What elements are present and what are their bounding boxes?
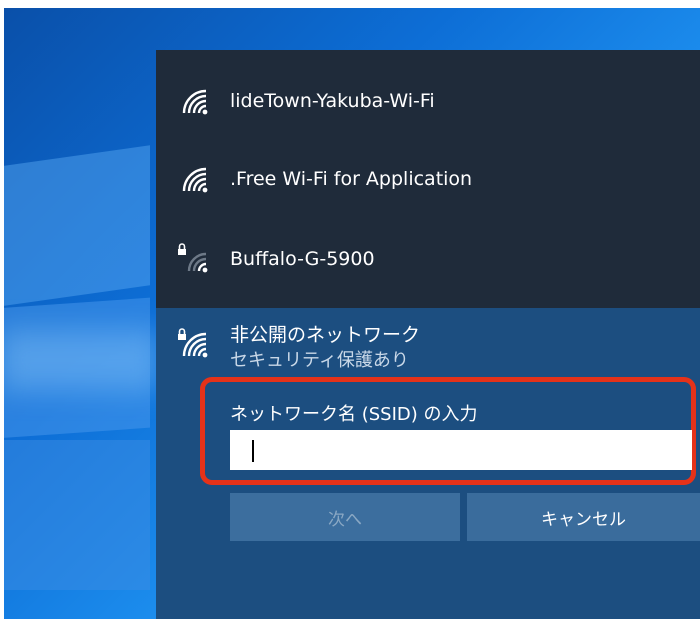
network-item-buffalo[interactable]: Buffalo-G-5900 — [156, 220, 700, 298]
ssid-label: ネットワーク名 (SSID) の入力 — [230, 404, 478, 425]
next-button[interactable]: 次へ — [230, 493, 460, 541]
security-status: セキュリティ保護あり — [230, 350, 409, 371]
network-name: Buffalo-G-5900 — [230, 248, 375, 270]
network-flyout: lideTown-Yakuba-Wi-Fi .Free Wi-Fi for Ap… — [156, 50, 700, 619]
secured-wifi-signal-icon — [178, 243, 208, 273]
network-item-lidetown[interactable]: lideTown-Yakuba-Wi-Fi — [156, 62, 700, 140]
cancel-button[interactable]: キャンセル — [467, 493, 700, 541]
network-item-free-wifi[interactable]: .Free Wi-Fi for Application — [156, 140, 700, 218]
wallpaper-light — [0, 330, 160, 390]
wifi-signal-icon — [182, 167, 208, 193]
screenshot-border — [0, 0, 700, 8]
wifi-signal-icon — [182, 89, 208, 115]
hidden-network-title: 非公開のネットワーク — [230, 324, 421, 346]
wallpaper-window-pane — [0, 145, 150, 315]
network-name: lideTown-Yakuba-Wi-Fi — [230, 90, 435, 112]
screenshot-border — [0, 0, 4, 619]
wallpaper-window-pane — [0, 440, 150, 590]
ssid-input[interactable] — [230, 430, 692, 470]
network-name: .Free Wi-Fi for Application — [230, 168, 473, 190]
secured-wifi-signal-icon — [178, 328, 208, 358]
hidden-network-panel: 非公開のネットワーク セキュリティ保護あり ネットワーク名 (SSID) の入力… — [156, 308, 700, 619]
text-caret — [252, 440, 254, 462]
